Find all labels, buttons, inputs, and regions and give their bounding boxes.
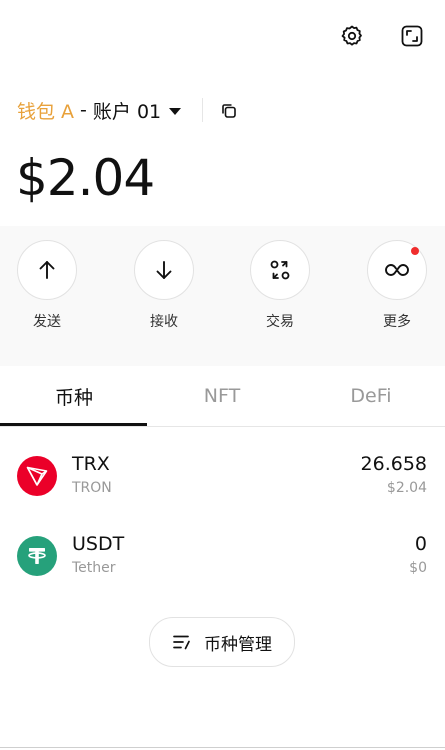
arrow-down-icon <box>156 261 172 279</box>
token-symbol: USDT <box>72 533 125 555</box>
swap-label: 交易 <box>266 314 294 330</box>
send-label: 发送 <box>33 314 61 330</box>
receive-label: 接收 <box>150 314 178 330</box>
asset-tabs: 币种 NFT DeFi <box>0 366 445 427</box>
token-row-trx[interactable]: TRX TRON 26.658 $2.04 <box>0 443 445 513</box>
manage-tokens-label: 币种管理 <box>204 634 272 655</box>
receive-action[interactable]: 接收 <box>133 240 195 331</box>
manage-tokens-button[interactable]: 币种管理 <box>149 617 295 667</box>
total-balance: $2.04 <box>16 149 155 207</box>
token-symbol: TRX <box>72 453 110 475</box>
tab-defi[interactable]: DeFi <box>297 366 445 426</box>
gear-icon <box>341 25 362 46</box>
more-button[interactable] <box>367 240 427 300</box>
send-button[interactable] <box>17 240 77 300</box>
send-action[interactable]: 发送 <box>16 240 78 331</box>
token-usd-value: $2.04 <box>386 480 427 496</box>
account-selector[interactable]: 钱包 A - 账户 01 <box>17 96 182 124</box>
swap-action[interactable]: 交易 <box>249 240 311 331</box>
token-name: Tether <box>72 560 116 576</box>
swap-icon <box>270 260 290 280</box>
account-separator: - <box>80 99 87 121</box>
tab-tokens[interactable]: 币种 <box>0 366 148 426</box>
active-tab-indicator <box>0 423 147 426</box>
more-action[interactable]: 更多 <box>366 240 428 331</box>
tron-logo-icon <box>17 456 57 496</box>
caret-down-icon <box>169 107 182 115</box>
tab-nft[interactable]: NFT <box>148 366 296 426</box>
copy-address-button[interactable] <box>218 100 240 122</box>
settings-button[interactable] <box>338 22 366 50</box>
token-amount: 0 <box>414 533 427 555</box>
top-bar <box>0 0 445 72</box>
token-usd-value: $0 <box>409 560 427 576</box>
wallet-name: 钱包 A <box>17 100 75 123</box>
token-amount: 26.658 <box>360 453 427 475</box>
token-name: TRON <box>72 480 112 496</box>
receive-button[interactable] <box>134 240 194 300</box>
notification-dot <box>411 247 419 255</box>
more-label: 更多 <box>383 314 411 330</box>
token-row-usdt[interactable]: USDT Tether 0 $0 <box>0 523 445 593</box>
copy-icon <box>222 104 236 118</box>
expand-button[interactable] <box>398 22 426 50</box>
action-bar: 发送 接收 交易 更多 <box>0 226 445 366</box>
arrow-up-icon <box>39 261 55 279</box>
swap-button[interactable] <box>250 240 310 300</box>
tether-logo-icon <box>17 536 57 576</box>
divider <box>202 98 203 122</box>
expand-icon <box>401 25 423 47</box>
manage-list-icon <box>173 635 190 650</box>
more-icon <box>385 264 409 276</box>
bottom-divider <box>0 747 445 748</box>
account-name: 账户 01 <box>92 100 162 123</box>
